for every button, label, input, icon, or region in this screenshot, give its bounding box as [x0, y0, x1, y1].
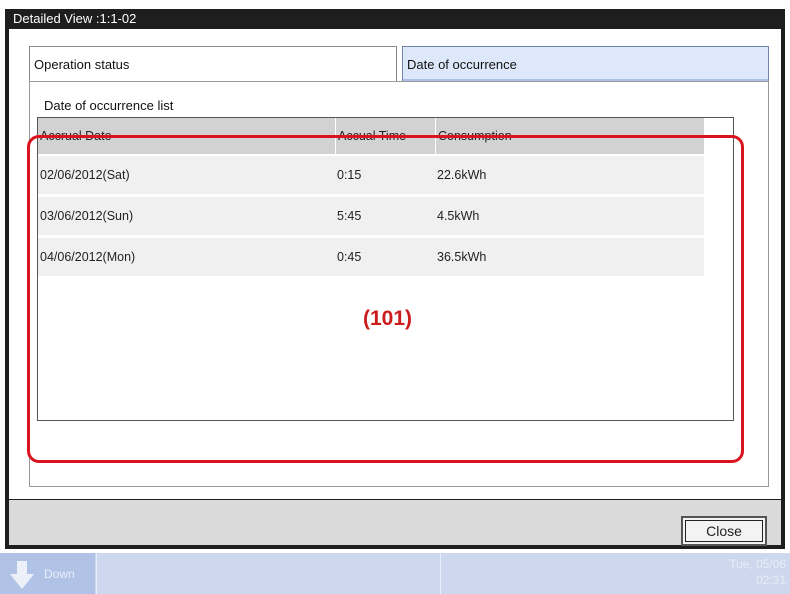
taskbar-divider: [440, 553, 441, 594]
clock: Tue, 05/06 02:31: [729, 556, 786, 588]
taskbar-divider: [96, 553, 97, 594]
column-header-accrual-date[interactable]: Accrual Date: [38, 118, 335, 154]
annotation-label: (101): [363, 307, 413, 330]
cell-consumption: 4.5kWh: [437, 209, 480, 223]
table-row[interactable]: 02/06/2012(Sat) 0:15 22.6kWh: [38, 156, 704, 194]
arrow-down-icon: [10, 561, 34, 589]
cell-accrual-time: 0:15: [337, 168, 362, 182]
footer-bar: [9, 500, 781, 545]
cell-consumption: 36.5kWh: [437, 250, 487, 264]
table-row[interactable]: 03/06/2012(Sun) 5:45 4.5kWh: [38, 197, 704, 235]
cell-accrual-time: 5:45: [337, 209, 362, 223]
window-title: Detailed View :1:1-02: [13, 11, 137, 26]
down-button-label: Down: [44, 567, 75, 581]
down-button[interactable]: Down: [0, 553, 95, 594]
column-header-consumption[interactable]: Consumption: [435, 118, 705, 154]
cell-accrual-date: 04/06/2012(Mon): [40, 250, 136, 264]
tab-operation-status[interactable]: Operation status: [29, 46, 397, 82]
column-header-accrual-time[interactable]: Accual Time: [335, 118, 436, 154]
cell-accrual-date: 02/06/2012(Sat): [40, 168, 130, 182]
table-header: Accrual Date Accual Time Consumption: [38, 118, 704, 154]
tab-date-of-occurrence[interactable]: Date of occurrence: [402, 46, 769, 82]
clock-time: 02:31: [755, 573, 786, 587]
panel-title: Date of occurrence list: [44, 98, 174, 113]
cell-accrual-date: 03/06/2012(Sun): [40, 209, 134, 223]
clock-date: Tue, 05/06: [729, 557, 786, 571]
cell-accrual-time: 0:45: [337, 250, 362, 264]
cell-consumption: 22.6kWh: [437, 168, 487, 182]
window-body: Operation status Date of occurrence Date…: [9, 29, 781, 499]
detail-window: Detailed View :1:1-02 Operation status D…: [5, 9, 785, 549]
close-button[interactable]: Close: [681, 516, 767, 546]
tab-date-of-occurrence-label: Date of occurrence: [407, 57, 517, 72]
table-row[interactable]: 04/06/2012(Mon) 0:45 36.5kWh: [38, 238, 704, 276]
taskbar: Down Tue, 05/06 02:31: [0, 553, 790, 594]
occurrence-list[interactable]: Accrual Date Accual Time Consumption 02/…: [37, 117, 734, 421]
